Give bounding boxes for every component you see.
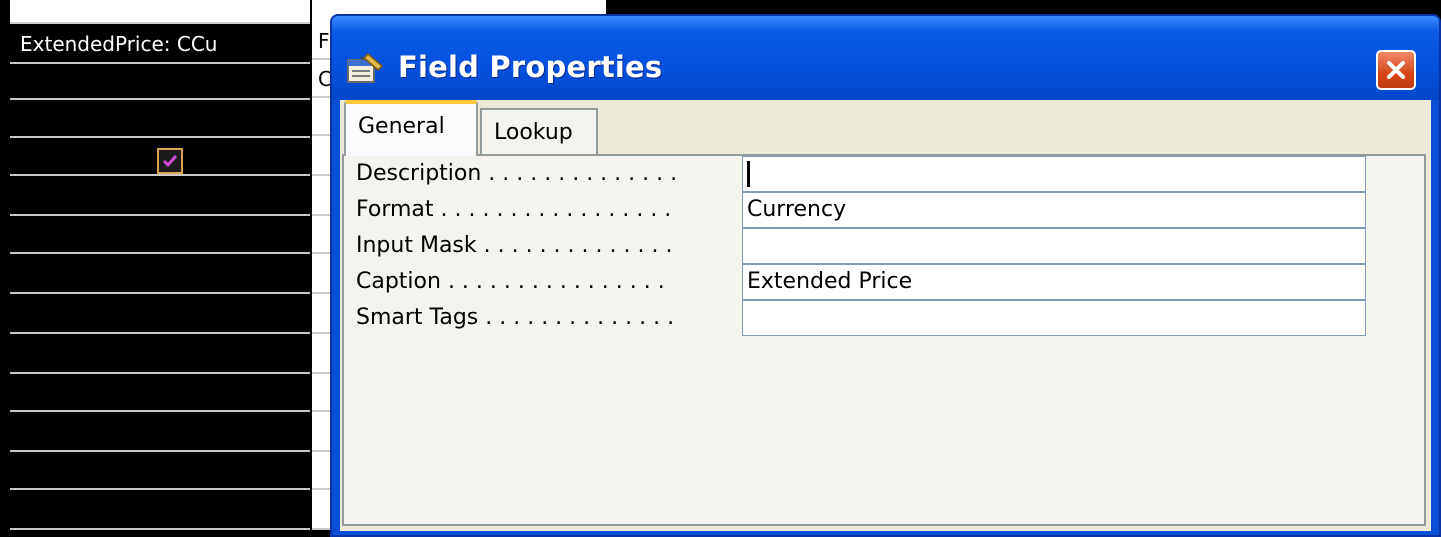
property-row-description: Description . . . . . . . . . . . . . . (344, 156, 1384, 192)
general-tab-panel: Description . . . . . . . . . . . . . . … (342, 154, 1426, 526)
property-label: Format . . . . . . . . . . . . . . . . . (356, 197, 672, 222)
property-label: Smart Tags . . . . . . . . . . . . . . (356, 305, 675, 330)
sort-cell[interactable] (10, 102, 310, 138)
grid-cell[interactable] (10, 454, 310, 490)
input-mask-field[interactable] (742, 228, 1366, 264)
dialog-client-area: General Lookup Description . . . . . . .… (340, 100, 1431, 531)
close-button[interactable] (1376, 50, 1416, 90)
properties-icon (346, 52, 386, 84)
tab-lookup[interactable]: Lookup (480, 108, 598, 156)
close-icon (1387, 61, 1405, 79)
property-label: Description . . . . . . . . . . . . . . (356, 161, 678, 186)
or-cell[interactable] (10, 218, 310, 254)
grid-cell[interactable] (10, 298, 310, 334)
property-row-caption: Caption . . . . . . . . . . . . . . . . … (344, 264, 1384, 300)
grid-cell[interactable] (10, 376, 310, 412)
smart-tags-field[interactable] (742, 300, 1366, 336)
property-row-smart-tags: Smart Tags . . . . . . . . . . . . . . (344, 300, 1384, 336)
field-properties-window: Field Properties General Lookup Descript… (330, 14, 1441, 537)
show-checkbox[interactable] (157, 148, 183, 174)
field-cell[interactable]: ExtendedPrice: CCu (10, 24, 310, 64)
property-label: Input Mask . . . . . . . . . . . . . . (356, 233, 673, 258)
grid-cell[interactable] (10, 494, 310, 530)
tab-general[interactable]: General (344, 100, 478, 156)
grid-cell[interactable] (10, 338, 310, 374)
column-selector[interactable] (10, 0, 310, 24)
description-field[interactable] (742, 156, 1366, 192)
property-row-input-mask: Input Mask . . . . . . . . . . . . . . (344, 228, 1384, 264)
format-field[interactable]: Currency (742, 192, 1366, 228)
property-row-format: Format . . . . . . . . . . . . . . . . .… (344, 192, 1384, 228)
grid-cell[interactable] (10, 416, 310, 452)
caption-field[interactable]: Extended Price (742, 264, 1366, 300)
grid-column-extendedprice: ExtendedPrice: CCu (10, 0, 310, 530)
window-title: Field Properties (398, 50, 663, 84)
title-bar[interactable]: Field Properties (332, 16, 1439, 100)
checkmark-icon (162, 155, 178, 168)
table-cell[interactable] (10, 64, 310, 100)
grid-cell[interactable] (10, 258, 310, 294)
text-caret (747, 161, 750, 187)
property-label: Caption . . . . . . . . . . . . . . . . (356, 269, 665, 294)
criteria-cell[interactable] (10, 180, 310, 216)
